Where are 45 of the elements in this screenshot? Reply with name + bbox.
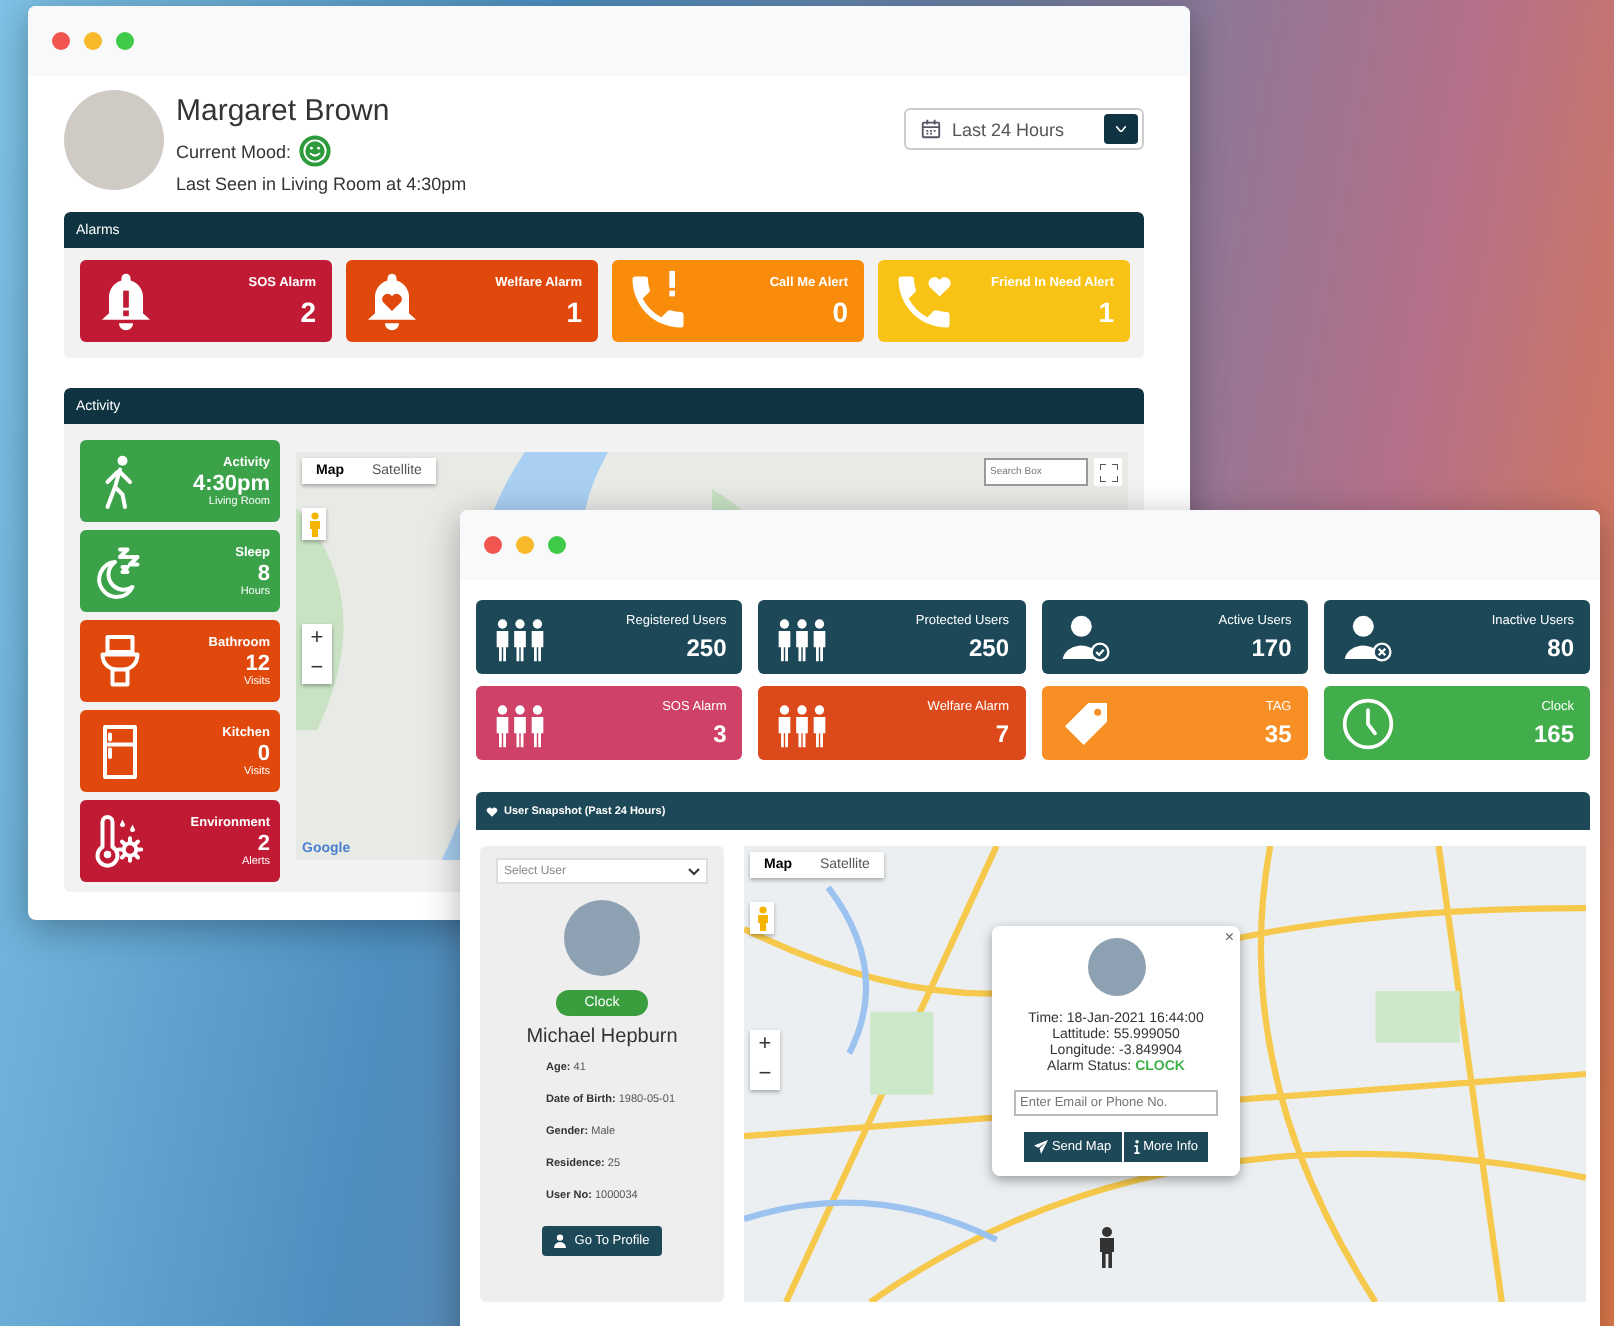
caret-icon <box>1116 126 1126 132</box>
person-marker-icon[interactable] <box>1098 1226 1116 1270</box>
zoom-out-button[interactable]: − <box>750 1060 780 1090</box>
stat-count: 80 <box>1547 633 1574 661</box>
stat-count: 7 <box>995 719 1009 747</box>
zoom-in-button[interactable]: + <box>750 1030 780 1060</box>
stat-count: 165 <box>1533 719 1574 747</box>
zoom-out-button[interactable]: − <box>302 654 332 684</box>
heart-icon <box>486 805 498 817</box>
pegman-icon[interactable] <box>755 905 769 931</box>
period-dropdown[interactable]: Last 24 Hours <box>904 108 1144 150</box>
mood-label: Current Mood: <box>176 141 292 161</box>
avatar-photo-placeholder <box>64 90 164 190</box>
tile-value: 4:30pm <box>192 471 270 495</box>
info-icon <box>1133 1140 1140 1154</box>
clock-icon <box>1339 695 1396 751</box>
stat-count: 170 <box>1251 633 1292 661</box>
alarm-count: 2 <box>300 295 316 327</box>
calendar-icon <box>920 118 942 140</box>
tile-value: 12 <box>245 651 270 675</box>
fullscreen-button[interactable] <box>1094 458 1122 486</box>
paper-plane-icon <box>1033 1140 1048 1154</box>
avatar-photo-placeholder <box>1087 938 1145 996</box>
pegman-icon[interactable] <box>307 511 321 537</box>
user-name: Margaret Brown <box>176 94 392 128</box>
alarm-count: 1 <box>566 295 582 327</box>
alarm-count: 1 <box>1098 295 1114 327</box>
last-seen-text: Last Seen in Living Room at 4:30pm <box>176 174 467 194</box>
avatar-photo-placeholder <box>564 900 640 976</box>
stat-count: 250 <box>968 633 1009 661</box>
dropdown-toggle-button[interactable] <box>1104 114 1138 144</box>
tile-value: 0 <box>257 741 270 765</box>
tile-value: 2 <box>257 831 270 855</box>
alarm-count: 0 <box>832 295 848 327</box>
stat-count: 250 <box>686 633 727 661</box>
chevron-down-icon <box>688 867 700 875</box>
zoom-in-button[interactable]: + <box>302 624 332 654</box>
user-icon <box>554 1234 567 1248</box>
user-name: Michael Hepburn <box>526 1026 678 1048</box>
close-button[interactable]: × <box>1224 928 1234 946</box>
tile-value: 8 <box>257 561 270 585</box>
smiley-icon <box>297 134 332 168</box>
stat-count: 3 <box>713 719 727 747</box>
stat-count: 35 <box>1264 719 1292 747</box>
fullscreen-icon <box>1099 463 1117 481</box>
